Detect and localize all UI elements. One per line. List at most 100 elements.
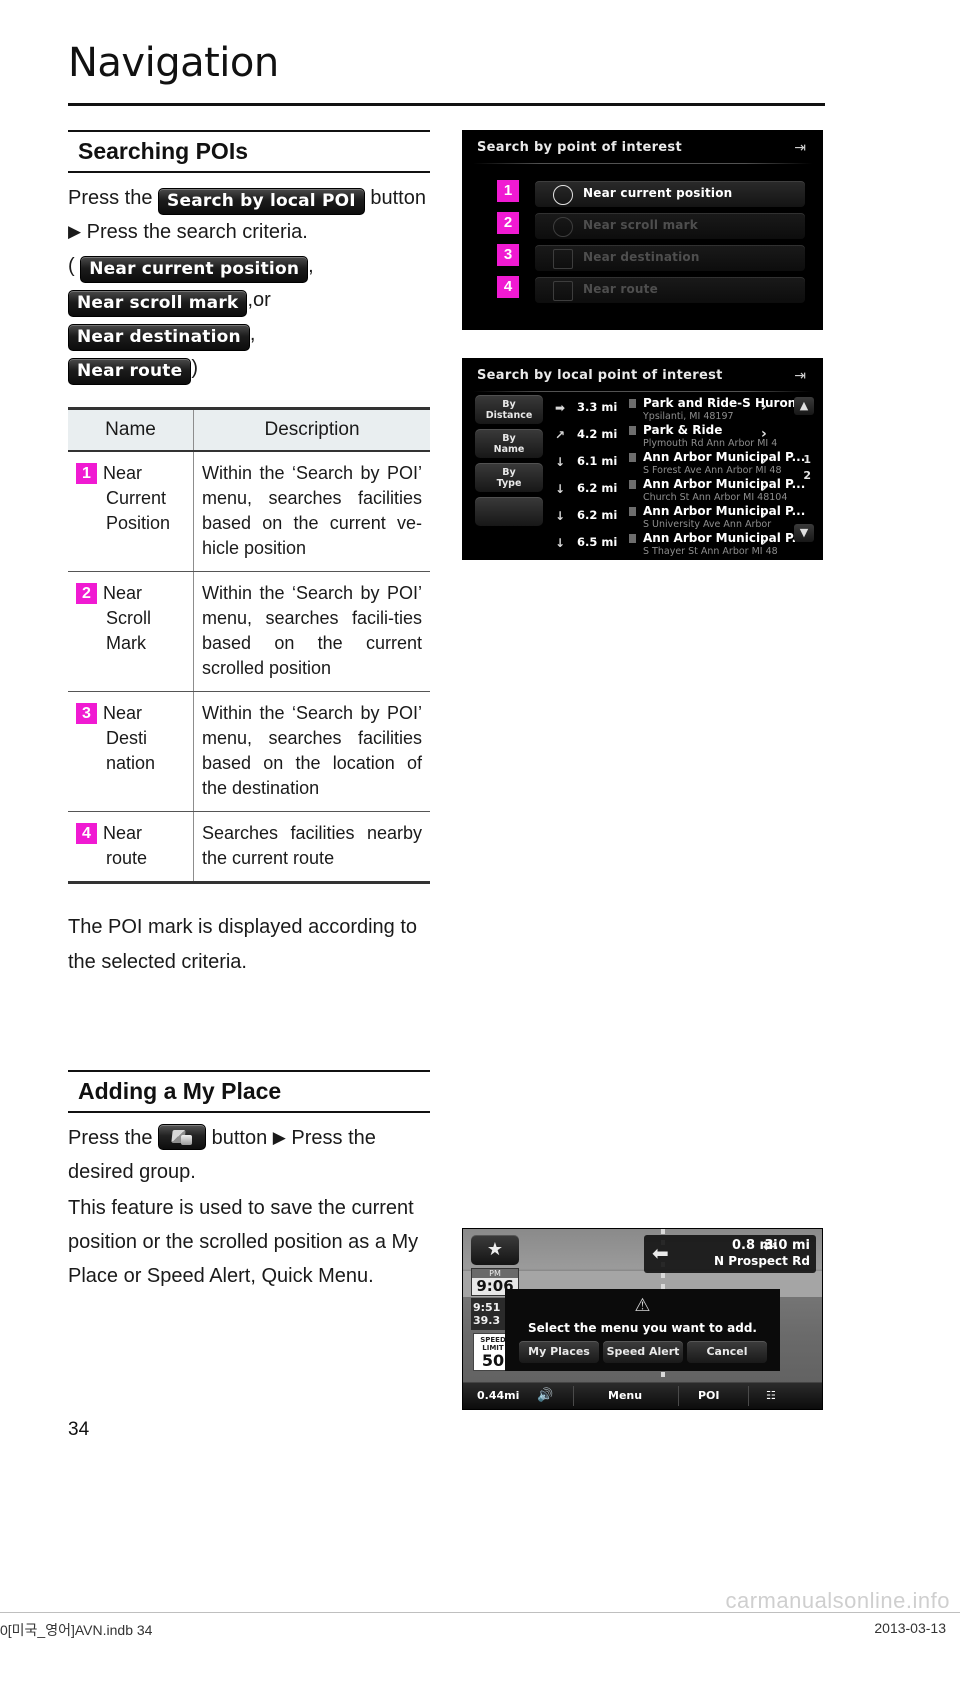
add-menu-dialog: ⚠ Select the menu you want to add. My Pl…	[505, 1289, 780, 1371]
bottom-bar-separator	[678, 1386, 679, 1406]
cell-description: Searches facilities nearby the current r…	[193, 811, 430, 884]
cell-name: 3 Near Desti nation	[68, 691, 194, 812]
poi-screen-divider	[473, 163, 812, 164]
poi-menu-item-label: Near scroll mark	[583, 218, 698, 232]
chevron-right-icon[interactable]: ›	[761, 480, 767, 496]
chevron-right-icon[interactable]: ›	[761, 453, 767, 469]
map-bottom-bar: 0.44mi 🔊 Menu POI ☷	[463, 1382, 822, 1409]
screenshot-map-add-dialog: ★ PM 9:06 9:51 39.3 SPEED LIMIT 50 ⬅ 0.8…	[462, 1228, 823, 1410]
poi-list-item[interactable]: ↓ 6.5 mi Ann Arbor Municipal P... S Thay…	[551, 530, 805, 559]
back-arrow-icon[interactable]: ⇥	[794, 140, 806, 156]
sort-label-line2: Type	[496, 478, 522, 489]
direction-arrow-icon: ↓	[555, 455, 566, 469]
callout-badge-3: 3	[497, 244, 519, 266]
step-arrow-icon: ▶	[68, 222, 82, 241]
key-near-destination[interactable]: Near destination	[68, 324, 250, 351]
adding-instructions: Press the button ▶ Press the desired gro…	[68, 1121, 430, 1189]
cell-description: Within the ‘Search by POI’ menu, searche…	[193, 571, 430, 692]
chevron-right-icon[interactable]: ›	[761, 507, 767, 523]
scroll-up-button[interactable]: ▲	[794, 397, 814, 415]
callout-badge-1: 1	[497, 180, 519, 202]
chevron-right-icon[interactable]: ›	[761, 534, 767, 550]
turn-street-name: N Prospect Rd	[714, 1254, 810, 1268]
callout-badge-4: 4	[497, 276, 519, 298]
poi-button[interactable]: POI	[698, 1389, 720, 1402]
screenshot-search-by-poi: Search by point of interest ⇥ 1 Near cur…	[462, 130, 823, 330]
name-text-line-2: Scroll	[106, 608, 152, 628]
table-row: 2 Near Scroll Mark Within the ‘Search by …	[68, 571, 430, 692]
chevron-right-icon[interactable]: ›	[761, 399, 767, 415]
cell-name: 1 Near Current Position	[68, 451, 194, 572]
scroll-down-button[interactable]: ▼	[794, 524, 814, 542]
name-text-line-2: Desti	[106, 728, 148, 748]
direction-arrow-icon: ↓	[555, 482, 566, 496]
sort-by-distance-button[interactable]: By Distance	[475, 395, 543, 424]
column-header-name: Name	[68, 407, 194, 452]
poi-menu-item-near-route[interactable]: Near route	[535, 277, 805, 303]
poi-menu-item-near-scroll-mark[interactable]: Near scroll mark	[535, 213, 805, 239]
local-poi-screen-title: Search by local point of interest	[477, 368, 723, 383]
warning-triangle-icon: ⚠	[634, 1295, 651, 1316]
poi-menu-item-near-destination[interactable]: Near destination	[535, 245, 805, 271]
poi-distance: 3.3 mi	[577, 400, 618, 414]
name-text-line-2: route	[106, 848, 148, 868]
cell-name: 2 Near Scroll Mark	[68, 571, 194, 692]
my-places-button[interactable]: My Places	[519, 1341, 599, 1363]
menu-button[interactable]: Menu	[608, 1389, 642, 1402]
row-name-line: 3 Near	[76, 701, 189, 726]
name-text-line-2: Current	[106, 488, 167, 508]
favorite-star-icon[interactable]: ★	[471, 1235, 519, 1265]
quick-menu-icon[interactable]	[158, 1124, 207, 1150]
bottom-bar-separator	[748, 1386, 749, 1406]
footer-date: 2013-03-13	[874, 1620, 946, 1636]
key-near-scroll-mark[interactable]: Near scroll mark	[68, 290, 248, 317]
flag-icon	[553, 249, 573, 269]
poi-category-icon	[629, 534, 636, 543]
key-near-route[interactable]: Near route	[68, 358, 192, 385]
poi-criteria-table: Name Description 1 Near Current Position …	[68, 407, 430, 884]
turn-total-distance: 3.0 mi	[764, 1238, 810, 1253]
chevron-right-icon[interactable]: ›	[761, 426, 767, 442]
cancel-button[interactable]: Cancel	[687, 1341, 767, 1363]
quick-menu-icon[interactable]: ☷	[766, 1389, 776, 1402]
name-text-line-1: Near	[103, 703, 143, 723]
poi-category-icon	[629, 507, 636, 516]
speed-alert-button[interactable]: Speed Alert	[603, 1341, 683, 1363]
page-indicator-total: 2	[803, 469, 811, 482]
close-paren: )	[191, 357, 199, 379]
compass-icon	[553, 185, 573, 205]
direction-arrow-icon: ↓	[555, 536, 566, 550]
row-name-line: 1 Near	[76, 461, 189, 486]
left-column: Searching POIs Press the Search by local…	[68, 130, 430, 1293]
table-header-row: Name Description	[68, 407, 430, 452]
poi-mark-note: The POI mark is displayed according to t…	[68, 916, 418, 973]
site-watermark: carmanualsonline.info	[725, 1588, 950, 1613]
poi-category-icon	[629, 480, 636, 489]
poi-distance: 6.2 mi	[577, 508, 618, 522]
poi-menu-item-near-current-position[interactable]: Near current position	[535, 181, 805, 207]
footer-source-file: 0[미국_영어]AVN.indb 34	[0, 1622, 153, 1638]
sort-by-name-button[interactable]: By Name	[475, 429, 543, 458]
poi-menu-item-label: Near current position	[583, 186, 733, 200]
poi-name: Park & Ride	[643, 423, 723, 437]
poi-menu-item-label: Near route	[583, 282, 658, 296]
table-row: 3 Near Desti nation Within the ‘Search by…	[68, 691, 430, 812]
poi-address: S University Ave Ann Arbor	[643, 519, 772, 530]
speaker-icon[interactable]: 🔊	[537, 1388, 553, 1403]
poi-address: Ypsilanti, MI 48197	[643, 411, 734, 422]
instruction-prefix: Press the	[68, 187, 153, 209]
instruction-suffix: button	[370, 187, 426, 209]
key-search-by-local-poi[interactable]: Search by local POI	[158, 188, 365, 215]
section-searching-pois: Searching POIs Press the Search by local…	[68, 130, 430, 980]
key-near-current-position[interactable]: Near current position	[80, 256, 309, 283]
sort-by-type-button[interactable]: By Type	[475, 463, 543, 492]
sort-label-line1: By	[502, 399, 516, 410]
poi-distance: 4.2 mi	[577, 427, 618, 441]
back-arrow-icon[interactable]: ⇥	[794, 368, 806, 384]
section-heading-searching-pois: Searching POIs	[68, 130, 430, 173]
adding-mid: button	[211, 1127, 268, 1149]
poi-name: Ann Arbor Municipal P...	[643, 477, 806, 491]
sort-extra-button[interactable]	[475, 497, 543, 526]
cell-name: 4 Near route	[68, 811, 194, 884]
callout-badge-2: 2	[497, 212, 519, 234]
